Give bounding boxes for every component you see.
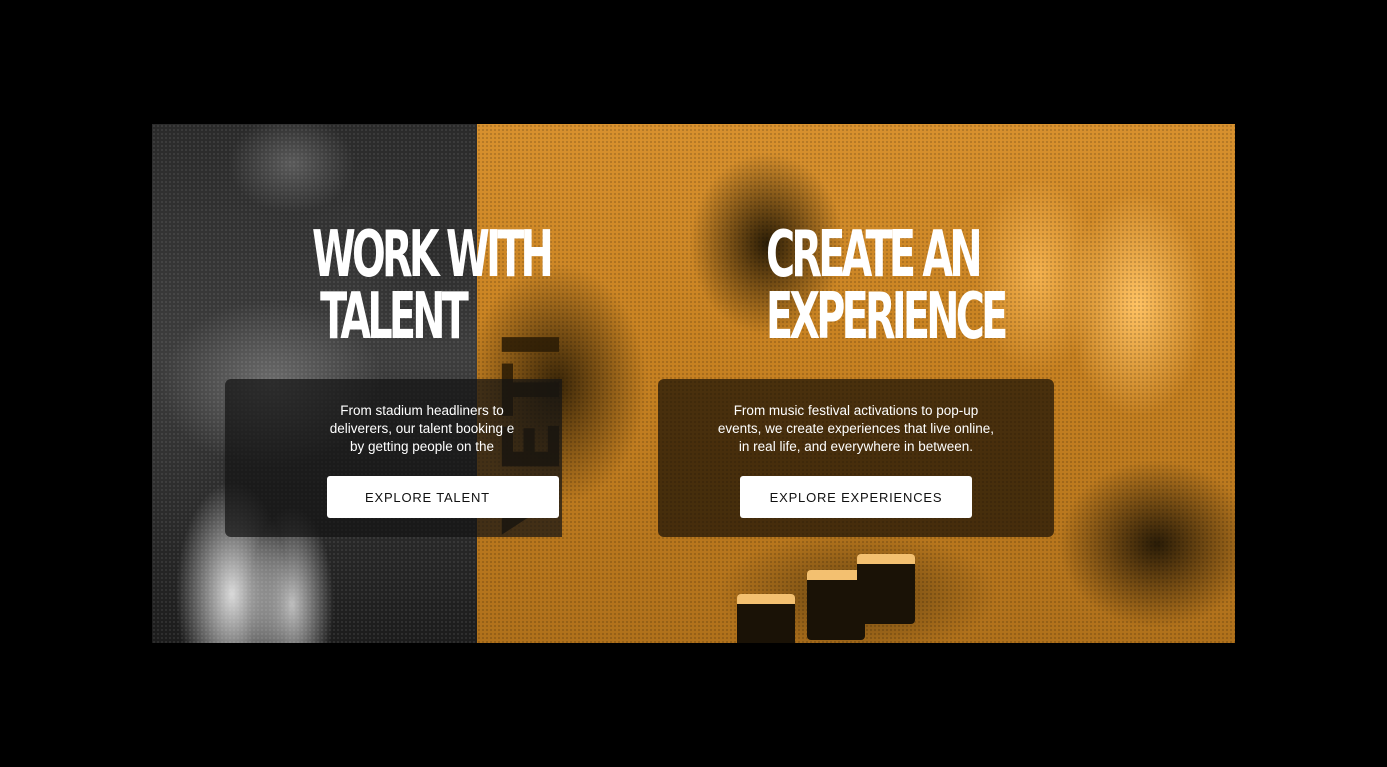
experience-panel[interactable]: YETI CREATE AN EXPERIENCE From music fes… [477,124,1235,643]
talent-heading-line1: WORK WITH [312,218,554,292]
explore-talent-button[interactable]: EXPLORE TALENT [327,476,559,518]
talent-desc-line3: by getting people on the [349,439,495,454]
talent-heading-line2: TALENT [320,280,469,354]
experience-heading-line1: CREATE AN [766,218,983,292]
talent-desc-line1: From stadium headliners to [340,403,504,418]
talent-heading: WORK WITH TALENT [312,218,554,354]
experience-heading-line2: EXPERIENCE [766,280,1008,354]
services-carousel: WORK WITH TALENT From stadium headliners… [152,124,1235,643]
experience-heading: CREATE AN EXPERIENCE [766,218,1008,354]
talent-description: From stadium headliners to deliverers, o… [257,402,562,456]
experience-description: From music festival activations to pop-u… [681,402,1031,456]
talent-desc-line2: deliverers, our talent booking e [329,421,515,436]
experience-desc-line2: events, we create experiences that live … [717,421,995,436]
experience-desc-line1: From music festival activations to pop-u… [733,403,979,418]
tumblers-photo [737,554,937,643]
explore-experiences-button[interactable]: EXPLORE EXPERIENCES [740,476,972,518]
experience-desc-line3: in real life, and everywhere in between. [738,439,974,454]
